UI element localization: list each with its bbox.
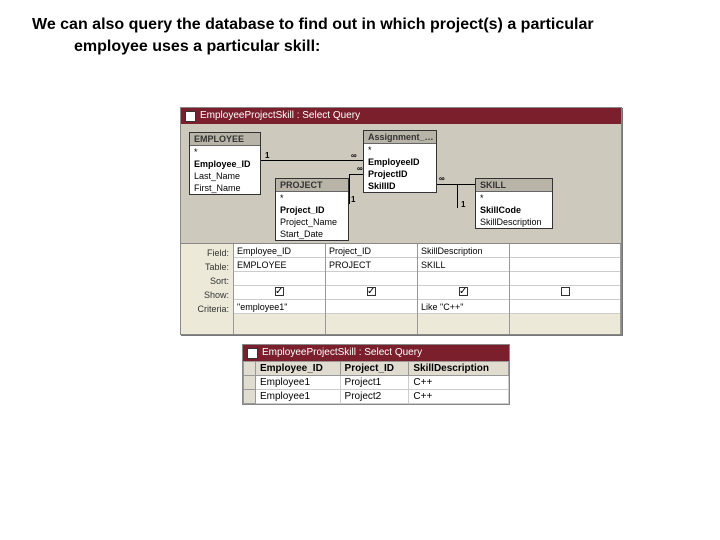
cell-field[interactable]: [510, 244, 620, 258]
field-skilldesc[interactable]: SkillDescription: [476, 216, 552, 228]
join-one-label: 1: [265, 151, 269, 160]
field-star[interactable]: *: [476, 192, 552, 204]
field-assign-skillid[interactable]: SkillID: [364, 180, 436, 192]
heading-line-1: We can also query the database to find o…: [32, 16, 594, 33]
field-skillcode[interactable]: SkillCode: [476, 204, 552, 216]
grid-col[interactable]: [510, 244, 621, 334]
result-title: EmployeeProjectSkill : Select Query: [262, 345, 422, 361]
cell-criteria[interactable]: [326, 300, 417, 314]
col-header[interactable]: SkillDescription: [409, 362, 509, 376]
design-titlebar[interactable]: EmployeeProjectSkill : Select Query: [181, 108, 621, 124]
cell[interactable]: C++: [409, 390, 509, 404]
checkbox-icon[interactable]: [561, 287, 570, 296]
grid-row-labels: Field: Table: Sort: Show: Criteria:: [181, 244, 233, 334]
cell-table[interactable]: [510, 258, 620, 272]
cell-table[interactable]: PROJECT: [326, 258, 417, 272]
join-one-label: 1: [461, 200, 465, 209]
design-title: EmployeeProjectSkill : Select Query: [200, 108, 360, 124]
cell-show[interactable]: [326, 286, 417, 300]
cell[interactable]: C++: [409, 376, 509, 390]
cell-table[interactable]: EMPLOYEE: [234, 258, 325, 272]
cell-sort[interactable]: [510, 272, 620, 286]
join-many-label: ∞: [357, 164, 363, 173]
table-project-header: PROJECT: [276, 179, 348, 192]
join-proj-assign-h: [349, 174, 363, 175]
window-icon: [247, 348, 258, 359]
cell[interactable]: Project2: [340, 390, 409, 404]
slide-heading: We can also query the database to find o…: [32, 14, 690, 57]
field-assign-projectid[interactable]: ProjectID: [364, 168, 436, 180]
query-result-window: EmployeeProjectSkill : Select Query Empl…: [242, 344, 510, 405]
cell[interactable]: Employee1: [256, 390, 341, 404]
cell-criteria[interactable]: [510, 300, 620, 314]
table-employee-header: EMPLOYEE: [190, 133, 260, 146]
heading-line-2: employee uses a particular skill:: [32, 36, 690, 58]
join-many-label: ∞: [351, 151, 357, 160]
checkbox-icon[interactable]: [459, 287, 468, 296]
join-many-label: ∞: [439, 174, 445, 183]
query-diagram-pane[interactable]: EMPLOYEE * Employee_ID Last_Name First_N…: [181, 124, 621, 244]
checkbox-icon[interactable]: [367, 287, 376, 296]
slide: We can also query the database to find o…: [0, 0, 720, 540]
field-first-name[interactable]: First_Name: [190, 182, 260, 194]
table-assignment[interactable]: Assignment_… * EmployeeID ProjectID Skil…: [363, 130, 437, 193]
join-assign-skill-h: [437, 184, 475, 185]
query-grid-pane: Field: Table: Sort: Show: Criteria: Empl…: [181, 244, 621, 334]
table-skill[interactable]: SKILL * SkillCode SkillDescription: [475, 178, 553, 229]
field-star[interactable]: *: [364, 144, 436, 156]
grid-col[interactable]: SkillDescription SKILL Like "C++": [418, 244, 510, 334]
checkbox-icon[interactable]: [275, 287, 284, 296]
table-employee[interactable]: EMPLOYEE * Employee_ID Last_Name First_N…: [189, 132, 261, 195]
window-icon: [185, 111, 196, 122]
table-assignment-header: Assignment_…: [364, 131, 436, 144]
label-table: Table:: [181, 260, 229, 274]
join-assign-skill-v: [457, 184, 458, 208]
grid-columns: Employee_ID EMPLOYEE "employee1" Project…: [233, 244, 621, 334]
field-assign-employeeid[interactable]: EmployeeID: [364, 156, 436, 168]
col-header[interactable]: Project_ID: [340, 362, 409, 376]
row-selector[interactable]: [244, 376, 256, 390]
cell-criteria[interactable]: Like "C++": [418, 300, 509, 314]
table-row[interactable]: Employee1 Project2 C++: [244, 390, 509, 404]
result-datasheet[interactable]: Employee_ID Project_ID SkillDescription …: [243, 361, 509, 404]
cell-sort[interactable]: [326, 272, 417, 286]
table-header-row: Employee_ID Project_ID SkillDescription: [244, 362, 509, 376]
field-project-id[interactable]: Project_ID: [276, 204, 348, 216]
label-sort: Sort:: [181, 274, 229, 288]
table-row[interactable]: Employee1 Project1 C++: [244, 376, 509, 390]
result-titlebar[interactable]: EmployeeProjectSkill : Select Query: [243, 345, 509, 361]
field-project-name[interactable]: Project_Name: [276, 216, 348, 228]
join-one-label: 1: [351, 195, 355, 204]
cell-show[interactable]: [418, 286, 509, 300]
field-star[interactable]: *: [276, 192, 348, 204]
label-field: Field:: [181, 246, 229, 260]
cell-field[interactable]: Project_ID: [326, 244, 417, 258]
cell-sort[interactable]: [418, 272, 509, 286]
cell-field[interactable]: Employee_ID: [234, 244, 325, 258]
cell-criteria[interactable]: "employee1": [234, 300, 325, 314]
cell[interactable]: Project1: [340, 376, 409, 390]
cell-table[interactable]: SKILL: [418, 258, 509, 272]
row-selector-header: [244, 362, 256, 376]
col-header[interactable]: Employee_ID: [256, 362, 341, 376]
grid-col[interactable]: Employee_ID EMPLOYEE "employee1": [234, 244, 326, 334]
join-proj-assign-v: [349, 174, 350, 204]
grid-col[interactable]: Project_ID PROJECT: [326, 244, 418, 334]
cell-show[interactable]: [510, 286, 620, 300]
table-project[interactable]: PROJECT * Project_ID Project_Name Start_…: [275, 178, 349, 241]
field-star[interactable]: *: [190, 146, 260, 158]
table-skill-header: SKILL: [476, 179, 552, 192]
query-design-window: EmployeeProjectSkill : Select Query EMPL…: [180, 107, 622, 335]
cell[interactable]: Employee1: [256, 376, 341, 390]
cell-sort[interactable]: [234, 272, 325, 286]
cell-field[interactable]: SkillDescription: [418, 244, 509, 258]
field-last-name[interactable]: Last_Name: [190, 170, 260, 182]
label-show: Show:: [181, 288, 229, 302]
field-start-date[interactable]: Start_Date: [276, 228, 348, 240]
field-employee-id[interactable]: Employee_ID: [190, 158, 260, 170]
row-selector[interactable]: [244, 390, 256, 404]
cell-show[interactable]: [234, 286, 325, 300]
join-emp-assign: [261, 160, 363, 161]
label-criteria: Criteria:: [181, 302, 229, 316]
